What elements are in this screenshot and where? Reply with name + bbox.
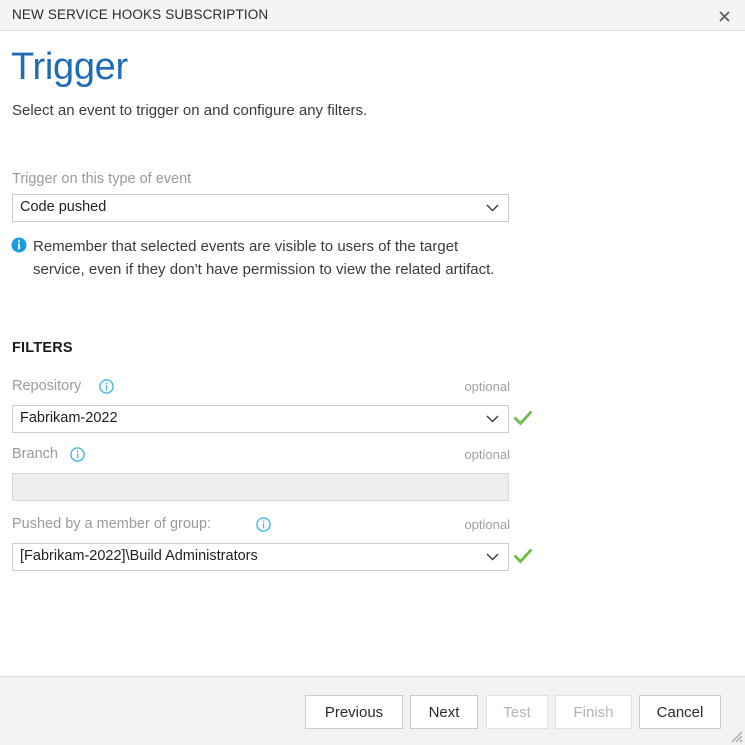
pushed-by-group-value: [Fabrikam-2022]\Build Administrators: [20, 548, 258, 564]
page-subtitle: Select an event to trigger on and config…: [12, 102, 367, 119]
branch-optional-tag: optional: [390, 447, 510, 462]
event-type-label: Trigger on this type of event: [12, 171, 191, 187]
branch-input[interactable]: [12, 473, 509, 501]
repository-value: Fabrikam-2022: [20, 410, 118, 426]
test-button: Test: [486, 695, 548, 729]
dialog-title: NEW SERVICE HOOKS SUBSCRIPTION: [12, 7, 268, 22]
pushed-by-group-select[interactable]: [Fabrikam-2022]\Build Administrators: [12, 543, 509, 571]
resize-grip-icon[interactable]: [727, 727, 743, 743]
next-button[interactable]: Next: [410, 695, 478, 729]
info-filled-icon: [11, 237, 27, 253]
info-outline-icon[interactable]: [99, 379, 114, 394]
chevron-down-icon: [486, 553, 499, 561]
close-icon[interactable]: [711, 4, 737, 28]
branch-label: Branch: [12, 446, 58, 462]
event-type-select[interactable]: Code pushed: [12, 194, 509, 222]
info-outline-icon[interactable]: [70, 447, 85, 462]
info-outline-icon[interactable]: [256, 517, 271, 532]
filters-heading: FILTERS: [12, 340, 73, 356]
dialog-body: Trigger Select an event to trigger on an…: [0, 32, 745, 675]
pushed-by-group-label: Pushed by a member of group:: [12, 516, 211, 532]
previous-button[interactable]: Previous: [305, 695, 403, 729]
info-message-text: Remember that selected events are visibl…: [33, 236, 513, 281]
pushed-by-optional-tag: optional: [390, 517, 510, 532]
page-title: Trigger: [11, 48, 128, 86]
finish-button: Finish: [555, 695, 632, 729]
repository-optional-tag: optional: [390, 379, 510, 394]
dialog-footer: Previous Next Test Finish Cancel: [0, 676, 745, 745]
cancel-button[interactable]: Cancel: [639, 695, 721, 729]
repository-select[interactable]: Fabrikam-2022: [12, 405, 509, 433]
event-type-value: Code pushed: [20, 199, 106, 215]
dialog-titlebar: NEW SERVICE HOOKS SUBSCRIPTION: [0, 0, 745, 31]
chevron-down-icon: [486, 415, 499, 423]
repository-label: Repository: [12, 378, 81, 394]
green-check-icon: [513, 546, 533, 566]
close-glyph: [719, 11, 730, 22]
chevron-down-icon: [486, 204, 499, 212]
green-check-icon: [513, 408, 533, 428]
